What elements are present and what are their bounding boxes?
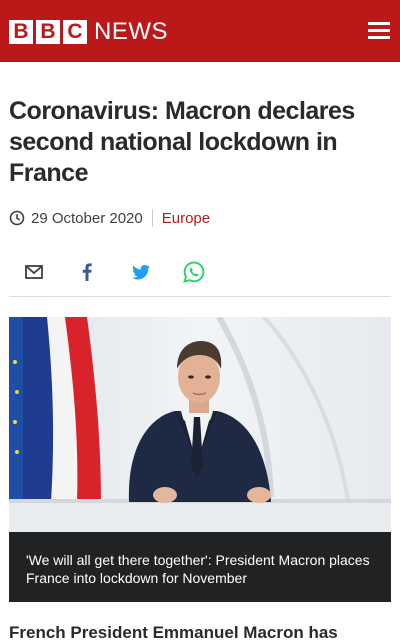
bbc-news-logo[interactable]: B B C NEWS [9, 20, 168, 44]
logo-letter-b1: B [9, 20, 33, 44]
whatsapp-icon[interactable] [180, 258, 208, 286]
image-caption: 'We will all get there together': Presid… [9, 532, 391, 602]
logo-word: NEWS [94, 18, 168, 45]
logo-letter-b2: B [36, 20, 60, 44]
share-tools [0, 258, 400, 286]
article-meta: 29 October 2020 Europe [9, 208, 210, 228]
article-lead: French President Emmanuel Macron has [9, 623, 338, 640]
facebook-icon[interactable] [73, 258, 101, 286]
hamburger-menu-icon[interactable] [368, 22, 390, 40]
logo-letter-c: C [63, 20, 87, 44]
site-header: B B C NEWS [0, 0, 400, 62]
article-figure: 'We will all get there together': Presid… [9, 317, 391, 602]
email-icon[interactable] [20, 258, 48, 286]
share-divider [9, 296, 391, 297]
twitter-icon[interactable] [127, 258, 155, 286]
article-date: 29 October 2020 [31, 209, 143, 227]
clock-icon [9, 210, 25, 226]
meta-divider [151, 209, 153, 227]
article-headline: Coronavirus: Macron declares second nati… [9, 97, 355, 187]
topic-link[interactable]: Europe [162, 210, 210, 227]
macron-address-photo [9, 317, 391, 532]
